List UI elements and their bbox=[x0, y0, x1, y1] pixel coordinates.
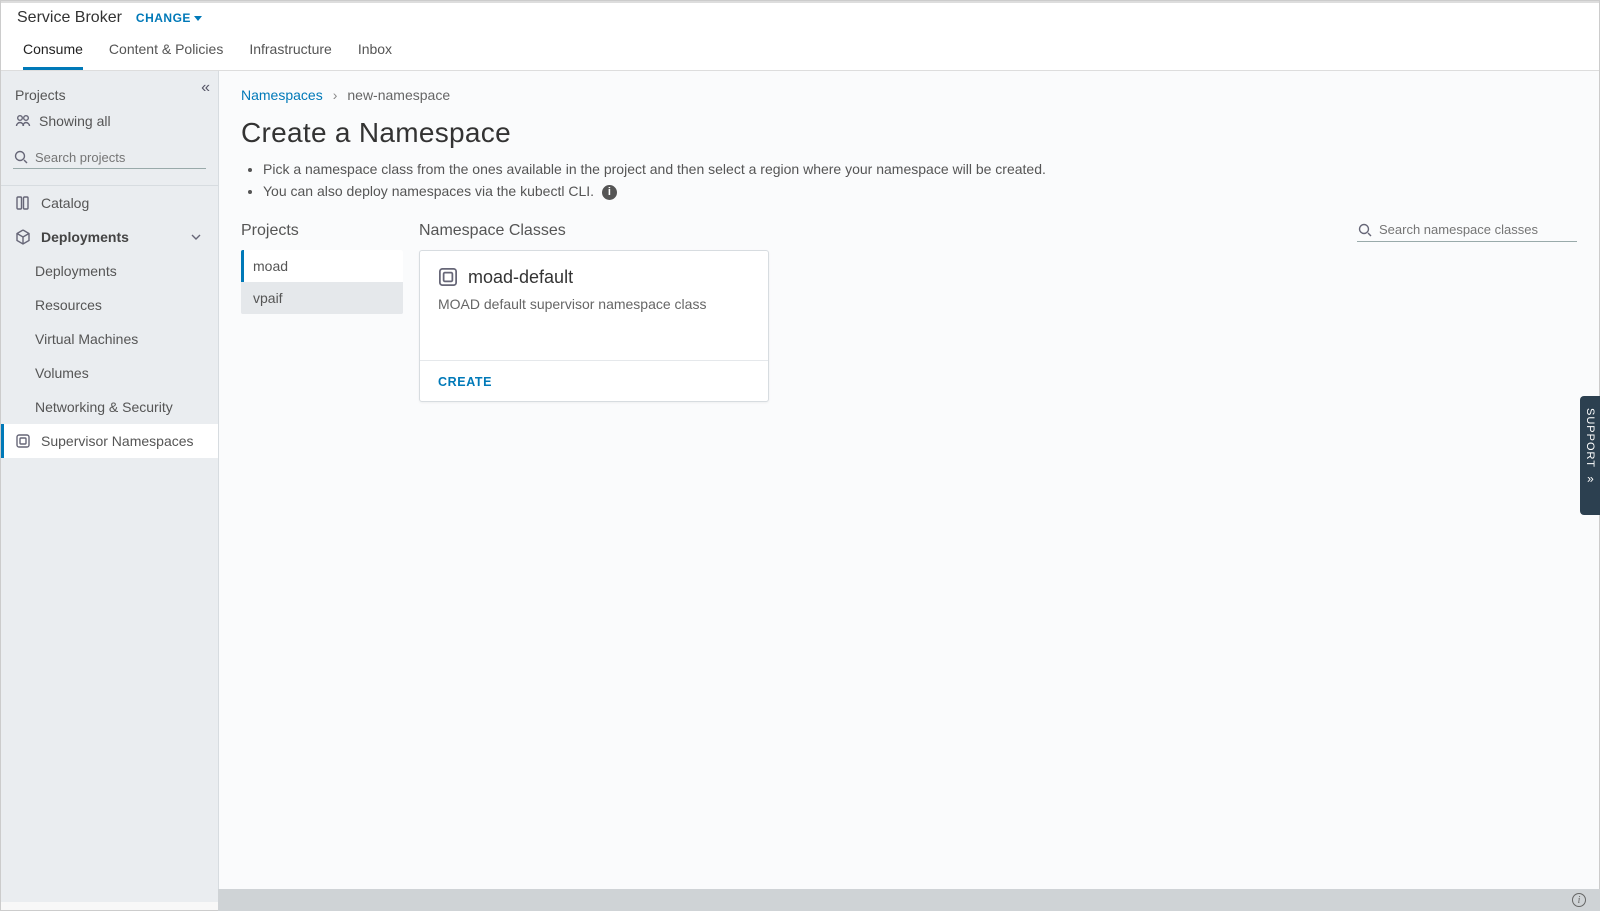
info-icon[interactable]: i bbox=[602, 185, 617, 200]
breadcrumb-separator-icon: › bbox=[333, 87, 338, 103]
tab-consume[interactable]: Consume bbox=[23, 41, 83, 70]
tab-infrastructure[interactable]: Infrastructure bbox=[249, 41, 331, 70]
support-tab[interactable]: SUPPORT « bbox=[1580, 396, 1600, 516]
class-icon bbox=[438, 267, 458, 287]
nav-supervisor-label: Supervisor Namespaces bbox=[41, 433, 194, 449]
sidebar: « Projects Showing all Catalog Deploymen… bbox=[1, 71, 219, 902]
tab-content-policies[interactable]: Content & Policies bbox=[109, 41, 223, 70]
help-item-2-text: You can also deploy namespaces via the k… bbox=[263, 183, 594, 199]
showing-all-label: Showing all bbox=[39, 113, 111, 129]
classes-column: Namespace Classes moad-default MOAD defa… bbox=[419, 222, 1577, 402]
nav-sub-resources[interactable]: Resources bbox=[1, 288, 218, 322]
support-label: SUPPORT bbox=[1584, 408, 1596, 468]
chevron-down-icon bbox=[194, 16, 202, 21]
project-item-moad[interactable]: moad bbox=[241, 250, 403, 282]
nav-supervisor-namespaces[interactable]: Supervisor Namespaces bbox=[1, 424, 218, 458]
nav-catalog[interactable]: Catalog bbox=[1, 186, 218, 220]
page-title: Create a Namespace bbox=[219, 113, 1599, 161]
projects-list: moad vpaif bbox=[241, 250, 403, 314]
card-body: moad-default MOAD default supervisor nam… bbox=[420, 251, 768, 360]
sidebar-search[interactable] bbox=[13, 149, 206, 169]
nav-sub-deployments[interactable]: Deployments bbox=[1, 254, 218, 288]
help-item-1: Pick a namespace class from the ones ava… bbox=[263, 161, 1577, 177]
classes-header-row: Namespace Classes bbox=[419, 222, 1577, 250]
help-list: Pick a namespace class from the ones ava… bbox=[219, 161, 1599, 222]
nav-deployments[interactable]: Deployments bbox=[1, 220, 218, 254]
columns: Projects moad vpaif Namespace Classes bbox=[219, 222, 1599, 402]
help-item-2: You can also deploy namespaces via the k… bbox=[263, 183, 1577, 200]
sidebar-projects-header: Projects bbox=[1, 71, 218, 107]
card-title-text: moad-default bbox=[468, 267, 573, 288]
card-title-row: moad-default bbox=[438, 267, 750, 288]
chevron-left-icon: « bbox=[1586, 473, 1594, 487]
content-row: « Projects Showing all Catalog Deploymen… bbox=[1, 71, 1599, 902]
app-title: Service Broker bbox=[17, 9, 122, 27]
catalog-icon bbox=[15, 195, 31, 211]
footer-info-button[interactable]: i bbox=[1572, 893, 1586, 907]
search-icon bbox=[1357, 222, 1373, 238]
breadcrumb-current: new-namespace bbox=[347, 87, 450, 103]
create-button[interactable]: CREATE bbox=[438, 375, 492, 389]
search-classes[interactable] bbox=[1357, 222, 1577, 242]
card-footer: CREATE bbox=[420, 360, 768, 401]
sidebar-collapse-button[interactable]: « bbox=[201, 79, 210, 97]
card-description: MOAD default supervisor namespace class bbox=[438, 296, 750, 312]
namespace-class-card: moad-default MOAD default supervisor nam… bbox=[419, 250, 769, 402]
project-item-vpaif[interactable]: vpaif bbox=[241, 282, 403, 314]
sidebar-search-input[interactable] bbox=[35, 150, 206, 165]
search-classes-input[interactable] bbox=[1379, 222, 1577, 237]
search-icon bbox=[13, 149, 29, 165]
projects-column: Projects moad vpaif bbox=[241, 222, 403, 314]
app-header: Service Broker CHANGE bbox=[1, 3, 1599, 31]
nav-catalog-label: Catalog bbox=[41, 195, 89, 211]
nav-deployments-label: Deployments bbox=[41, 229, 129, 245]
nav-sub-networking-security[interactable]: Networking & Security bbox=[1, 390, 218, 424]
breadcrumb: Namespaces › new-namespace bbox=[219, 71, 1599, 113]
projects-column-header: Projects bbox=[241, 222, 403, 240]
nav-sub-virtual-machines[interactable]: Virtual Machines bbox=[1, 322, 218, 356]
classes-column-header: Namespace Classes bbox=[419, 222, 566, 240]
breadcrumb-root[interactable]: Namespaces bbox=[241, 87, 323, 103]
footer-bar: i bbox=[218, 889, 1600, 911]
namespace-icon bbox=[15, 433, 31, 449]
primary-tabs: Consume Content & Policies Infrastructur… bbox=[1, 31, 1599, 71]
chevron-down-icon bbox=[188, 229, 204, 245]
deployments-icon bbox=[15, 229, 31, 245]
tab-inbox[interactable]: Inbox bbox=[358, 41, 392, 70]
main-panel: Namespaces › new-namespace Create a Name… bbox=[219, 71, 1599, 902]
sidebar-showing-all[interactable]: Showing all bbox=[1, 107, 218, 135]
change-label: CHANGE bbox=[136, 11, 191, 25]
users-icon bbox=[15, 113, 31, 129]
change-service-link[interactable]: CHANGE bbox=[136, 11, 202, 25]
nav-sub-volumes[interactable]: Volumes bbox=[1, 356, 218, 390]
